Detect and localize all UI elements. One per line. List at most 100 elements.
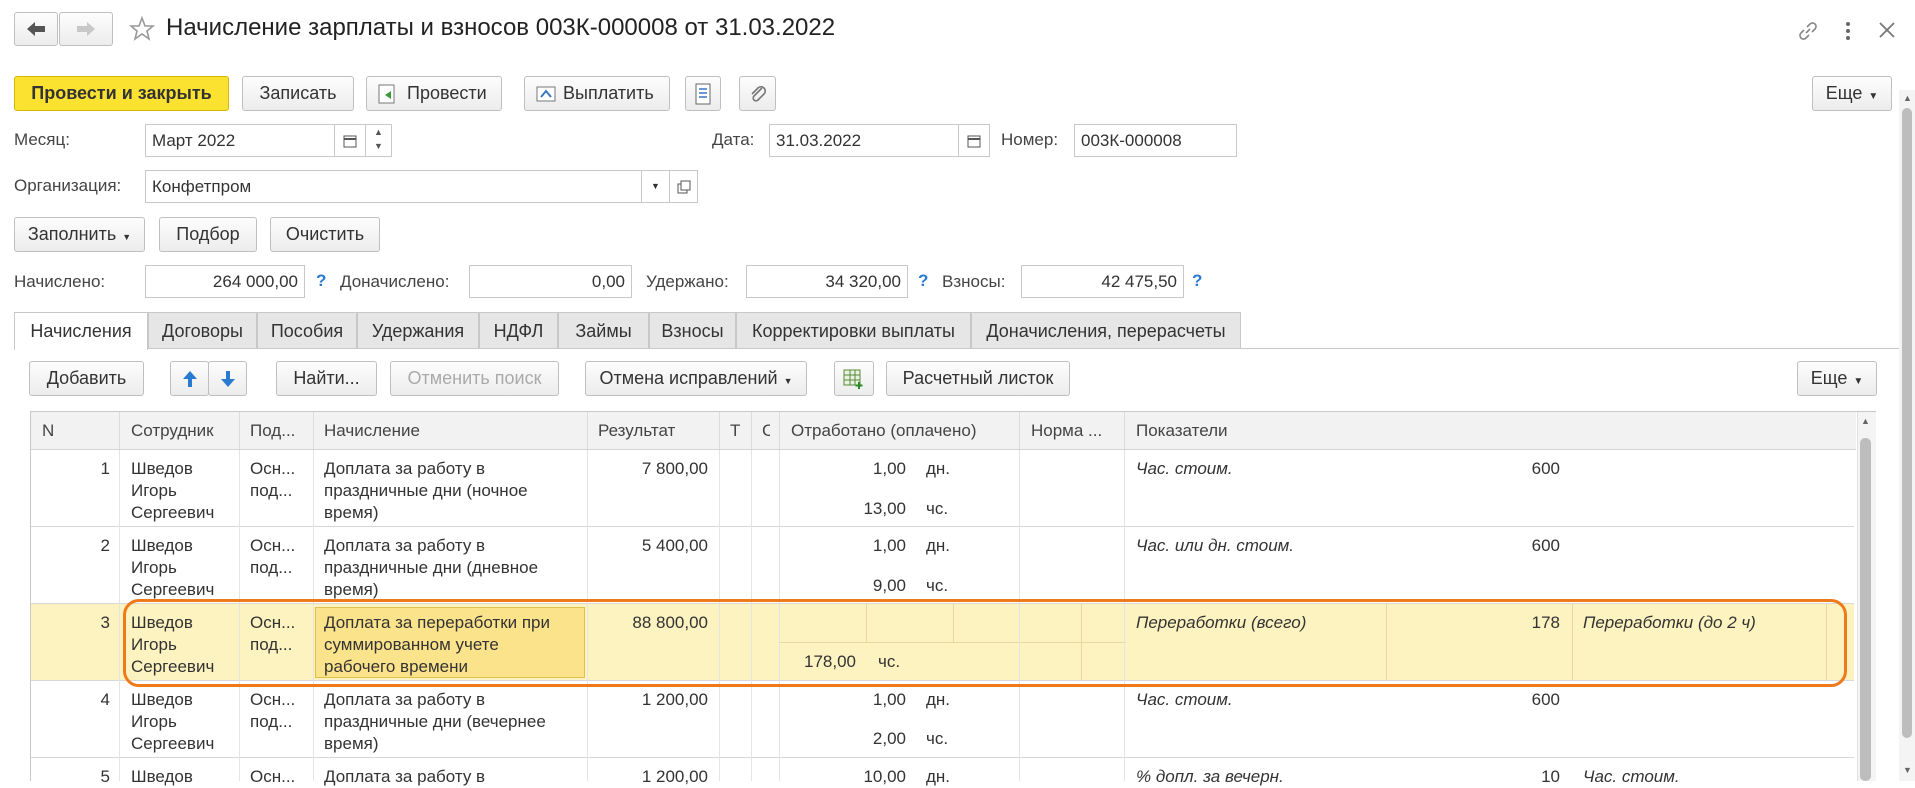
pay-button[interactable]: Выплатить: [524, 76, 670, 111]
report-button[interactable]: [685, 76, 721, 111]
star-icon[interactable]: [129, 16, 155, 42]
grid-settings-button[interactable]: [834, 361, 874, 396]
indicator2-name: Час. стоим.: [1583, 767, 1680, 786]
header-separator: [313, 412, 314, 449]
withheld-help-icon[interactable]: ?: [918, 271, 928, 291]
post-icon: [378, 84, 395, 104]
number-label: Номер:: [1001, 130, 1059, 149]
dropdown-arrow-icon: ▼: [783, 376, 793, 386]
col-n[interactable]: N: [42, 412, 92, 449]
table-more-button[interactable]: Еще ▼: [1797, 361, 1877, 396]
tab-contracts[interactable]: Договоры: [148, 312, 257, 348]
month-label: Месяц:: [14, 130, 70, 149]
col-worked[interactable]: Отработано (оплачено): [791, 412, 1016, 449]
page-scroll-down-icon[interactable]: ▼: [1903, 765, 1912, 775]
worked-hours: 13,00: [863, 499, 906, 518]
tab-benefits[interactable]: Пособия: [257, 312, 357, 348]
organization-open-button[interactable]: [669, 170, 698, 203]
accrual-line: Доплата за работу в: [324, 459, 486, 478]
month-spinner[interactable]: ▲ ▼: [365, 124, 392, 157]
tab-contributions[interactable]: Взносы: [649, 312, 736, 348]
table-scroll-thumb[interactable]: [1860, 438, 1871, 781]
arrow-up-icon: [182, 371, 197, 387]
result-cell: 1 200,00: [641, 767, 708, 786]
header-separator: [119, 412, 120, 449]
link-icon[interactable]: [1797, 20, 1819, 42]
tab-deductions[interactable]: Удержания: [357, 312, 479, 348]
document-list-icon: [695, 83, 711, 105]
tab-ndfl[interactable]: НДФЛ: [479, 312, 558, 348]
worked-days-unit: дн.: [926, 767, 951, 786]
select-button[interactable]: Подбор: [159, 217, 257, 252]
payslip-button[interactable]: Расчетный листок: [886, 361, 1070, 396]
col-division[interactable]: Под...: [250, 412, 310, 449]
cancel-fixes-button[interactable]: Отмена исправлений ▼: [585, 361, 807, 396]
forward-button[interactable]: [59, 12, 113, 46]
division-line: под...: [250, 712, 293, 731]
back-button[interactable]: [14, 12, 58, 46]
organization-field[interactable]: Конфетпром: [145, 170, 642, 203]
worked-days: 1,00: [872, 459, 906, 478]
date-field[interactable]: 31.03.2022: [769, 124, 959, 157]
number-field[interactable]: 003К-000008: [1074, 124, 1237, 157]
find-button[interactable]: Найти...: [276, 361, 377, 396]
employee-cell: Шведов Игорь Сергеевич: [131, 689, 214, 755]
tab-loans[interactable]: Займы: [558, 312, 649, 348]
close-icon[interactable]: [1878, 21, 1896, 39]
move-up-button[interactable]: [170, 361, 209, 396]
move-down-button[interactable]: [208, 361, 247, 396]
accrued-help-icon[interactable]: ?: [316, 271, 326, 291]
page-scroll-up-icon[interactable]: ▲: [1903, 93, 1912, 103]
month-calendar-button[interactable]: [334, 124, 366, 157]
col-norm[interactable]: Норма ...: [1031, 412, 1121, 449]
calendar-icon: [343, 135, 357, 148]
post-button-label: Провести: [407, 83, 487, 103]
col-accrual[interactable]: Начисление: [324, 412, 584, 449]
worked-hours: 9,00: [872, 576, 906, 595]
withheld-field: 34 320,00: [746, 265, 908, 298]
tab-accruals[interactable]: Начисления: [14, 312, 148, 350]
table-scroll-up-icon[interactable]: ▲: [1861, 416, 1870, 426]
division-cell: Осн...: [250, 767, 296, 786]
accrual-line: время): [324, 580, 379, 599]
employee-name-line: Игорь: [131, 481, 177, 500]
employee-name-line: Сергеевич: [131, 734, 215, 753]
col-employee[interactable]: Сотрудник: [131, 412, 236, 449]
post-button[interactable]: Провести: [366, 76, 502, 111]
open-icon: [677, 180, 690, 194]
col-result[interactable]: Результат: [598, 412, 708, 449]
clear-button[interactable]: Очистить: [270, 217, 380, 252]
accrual-cell: Доплата за работу в: [324, 767, 486, 786]
tab-payment-corrections[interactable]: Корректировки выплаты: [736, 312, 971, 348]
contributions-help-icon[interactable]: ?: [1192, 271, 1202, 291]
add-row-button[interactable]: Добавить: [29, 361, 144, 396]
selected-row-highlight: [123, 599, 1847, 687]
page-scroll-thumb[interactable]: [1902, 108, 1912, 738]
division-line: под...: [250, 481, 293, 500]
save-button[interactable]: Записать: [242, 76, 354, 111]
col-t[interactable]: Т: [730, 412, 744, 449]
col-c[interactable]: С: [762, 412, 770, 449]
accrual-line: праздничные дни (вечернее: [324, 712, 546, 731]
spin-down-icon[interactable]: ▼: [366, 139, 391, 153]
accrual-cell: Доплата за работу в праздничные дни (дне…: [324, 535, 538, 601]
spin-up-icon[interactable]: ▲: [366, 125, 391, 139]
header-separator: [1019, 412, 1020, 449]
col-indicators[interactable]: Показатели: [1136, 412, 1336, 449]
kebab-menu-icon[interactable]: [1843, 20, 1853, 42]
worked-days-unit: дн.: [926, 536, 951, 555]
organization-dropdown-button[interactable]: ▼: [641, 170, 670, 203]
accrual-line: время): [324, 734, 379, 753]
accrued-field: 264 000,00: [145, 265, 305, 298]
worked-hours-unit: чс.: [926, 729, 949, 748]
tab-recalculations[interactable]: Доначисления, перерасчеты: [971, 312, 1241, 348]
fill-button[interactable]: Заполнить ▼: [14, 217, 145, 252]
column-separator: [119, 450, 120, 781]
month-field[interactable]: Март 2022: [145, 124, 335, 157]
date-calendar-button[interactable]: [958, 124, 990, 157]
more-button[interactable]: Еще ▼: [1812, 76, 1892, 111]
accrued-label: Начислено:: [14, 272, 106, 291]
post-and-close-button[interactable]: Провести и закрыть: [14, 76, 229, 111]
cancel-search-button[interactable]: Отменить поиск: [390, 361, 559, 396]
attach-button[interactable]: [739, 76, 776, 111]
